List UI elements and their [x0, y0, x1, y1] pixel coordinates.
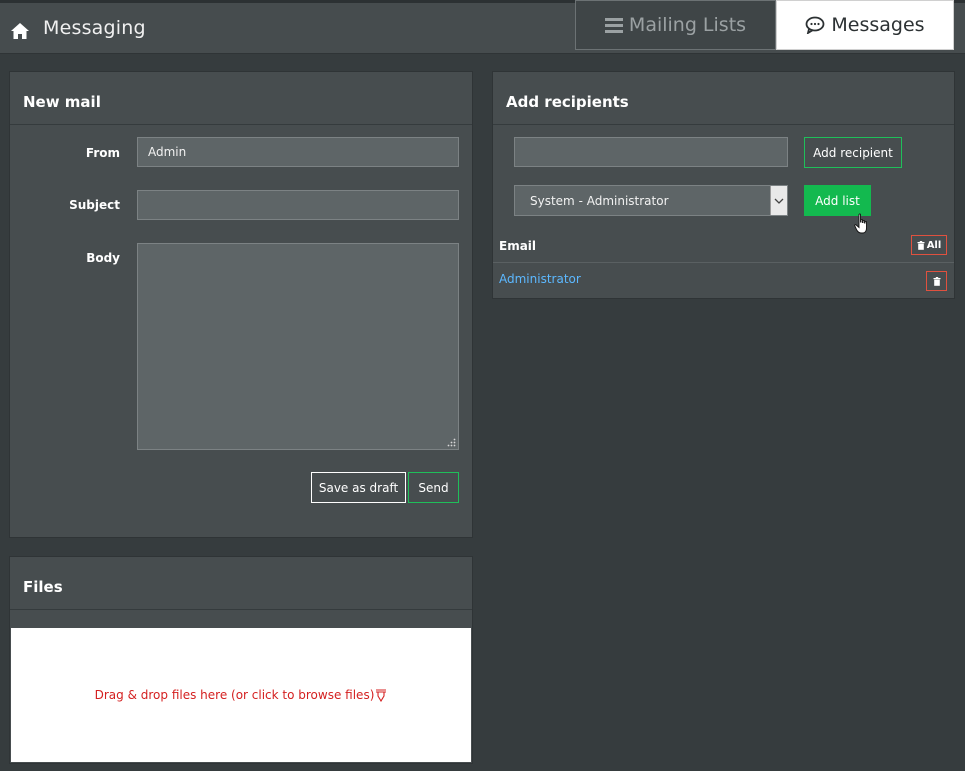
delete-all-label: All: [926, 239, 942, 251]
subject-label: Subject: [69, 198, 120, 212]
from-label: From: [85, 146, 120, 160]
dropzone-text: Drag & drop files here (or click to brow…: [94, 688, 375, 702]
home-icon[interactable]: [10, 22, 30, 40]
recipient-email-link[interactable]: Administrator: [499, 272, 581, 286]
chat-bubble-icon: [806, 16, 825, 34]
add-recipients-panel: Add recipients Add recipient System - Ad…: [492, 71, 955, 299]
send-button[interactable]: Send: [408, 472, 459, 503]
page-title: Messaging: [43, 17, 146, 39]
panel-title: Add recipients: [493, 72, 954, 125]
files-panel: Files Drag & drop files here (or click t…: [9, 556, 473, 764]
selected-list: System - Administrator: [530, 193, 669, 208]
tab-label: Messages: [831, 14, 925, 36]
from-field[interactable]: Admin: [137, 137, 459, 167]
resize-handle-icon[interactable]: [447, 438, 456, 447]
trash-icon: [917, 240, 925, 250]
delete-all-button[interactable]: All: [911, 235, 947, 255]
save-draft-button[interactable]: Save as draft: [311, 472, 406, 503]
file-dropzone[interactable]: Drag & drop files here (or click to brow…: [11, 628, 471, 762]
chevron-down-icon[interactable]: [770, 186, 787, 215]
from-value: Admin: [148, 145, 187, 159]
body-label: Body: [86, 251, 120, 265]
tab-mailing-lists[interactable]: Mailing Lists: [575, 0, 776, 50]
hand-cursor-icon: [854, 213, 867, 234]
tab-label: Mailing Lists: [628, 14, 747, 36]
panel-title: Files: [10, 557, 472, 610]
panel-title: New mail: [10, 72, 472, 125]
recipient-input[interactable]: [514, 137, 788, 167]
trash-icon: [933, 276, 940, 286]
new-mail-panel: New mail From Admin Subject Body Save as…: [9, 71, 473, 538]
email-column-header: Email: [499, 239, 537, 253]
upload-hand-icon: [376, 688, 387, 702]
tab-messages[interactable]: Messages: [776, 0, 954, 50]
delete-recipient-button[interactable]: [926, 271, 947, 291]
mailing-list-select[interactable]: System - Administrator: [514, 185, 788, 216]
list-icon: [604, 18, 623, 33]
add-list-button[interactable]: Add list: [804, 185, 871, 216]
body-textarea[interactable]: [137, 243, 459, 450]
subject-field[interactable]: [137, 190, 459, 220]
table-divider: [493, 262, 954, 263]
add-recipient-button[interactable]: Add recipient: [804, 137, 902, 168]
